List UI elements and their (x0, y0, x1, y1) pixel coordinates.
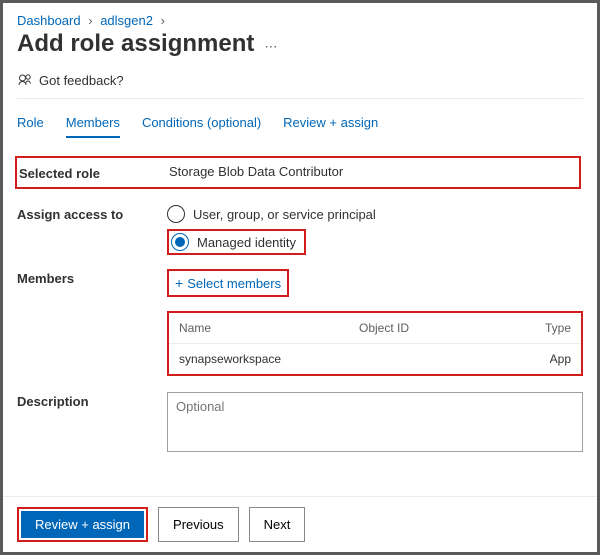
footer: Review + assign Previous Next (3, 496, 597, 552)
chevron-right-icon: › (88, 13, 92, 28)
chevron-right-icon: › (161, 13, 165, 28)
radio-user-group-sp-label: User, group, or service principal (193, 207, 376, 222)
cell-name: synapseworkspace (179, 352, 359, 366)
radio-icon (167, 205, 185, 223)
page-title: Add role assignment (17, 30, 254, 58)
review-assign-button[interactable]: Review + assign (21, 511, 144, 538)
tab-conditions[interactable]: Conditions (optional) (142, 109, 261, 138)
radio-managed-identity[interactable]: Managed identity (171, 233, 296, 251)
col-header-object-id: Object ID (359, 321, 531, 335)
tabs: Role Members Conditions (optional) Revie… (17, 109, 583, 138)
tab-members[interactable]: Members (66, 109, 120, 138)
previous-button[interactable]: Previous (158, 507, 239, 542)
next-button[interactable]: Next (249, 507, 306, 542)
cell-type: App (531, 352, 571, 366)
tab-role[interactable]: Role (17, 109, 44, 138)
feedback-link[interactable]: Got feedback? (17, 72, 583, 88)
radio-user-group-sp[interactable]: User, group, or service principal (167, 205, 583, 223)
select-members-label: Select members (187, 276, 281, 291)
plus-icon: + (175, 275, 183, 291)
table-row[interactable]: synapseworkspace App (169, 344, 581, 374)
tab-review[interactable]: Review + assign (283, 109, 378, 138)
breadcrumb-dashboard[interactable]: Dashboard (17, 13, 81, 28)
members-table: Name Object ID Type synapseworkspace App (167, 311, 583, 376)
description-input[interactable] (167, 392, 583, 452)
col-header-name: Name (179, 321, 359, 335)
divider (17, 98, 583, 99)
radio-icon (171, 233, 189, 251)
radio-managed-identity-label: Managed identity (197, 235, 296, 250)
breadcrumb-adlsgen2[interactable]: adlsgen2 (100, 13, 153, 28)
more-actions-icon[interactable]: ⋯ (264, 39, 277, 55)
breadcrumb: Dashboard › adlsgen2 › (17, 13, 583, 28)
feedback-icon (17, 72, 33, 88)
selected-role-label: Selected role (19, 164, 169, 181)
description-label: Description (17, 392, 167, 409)
members-label: Members (17, 269, 167, 286)
col-header-type: Type (531, 321, 571, 335)
feedback-label: Got feedback? (39, 73, 124, 88)
selected-role-value: Storage Blob Data Contributor (169, 164, 579, 181)
select-members-link[interactable]: + Select members (169, 271, 287, 295)
assign-access-label: Assign access to (17, 205, 167, 222)
